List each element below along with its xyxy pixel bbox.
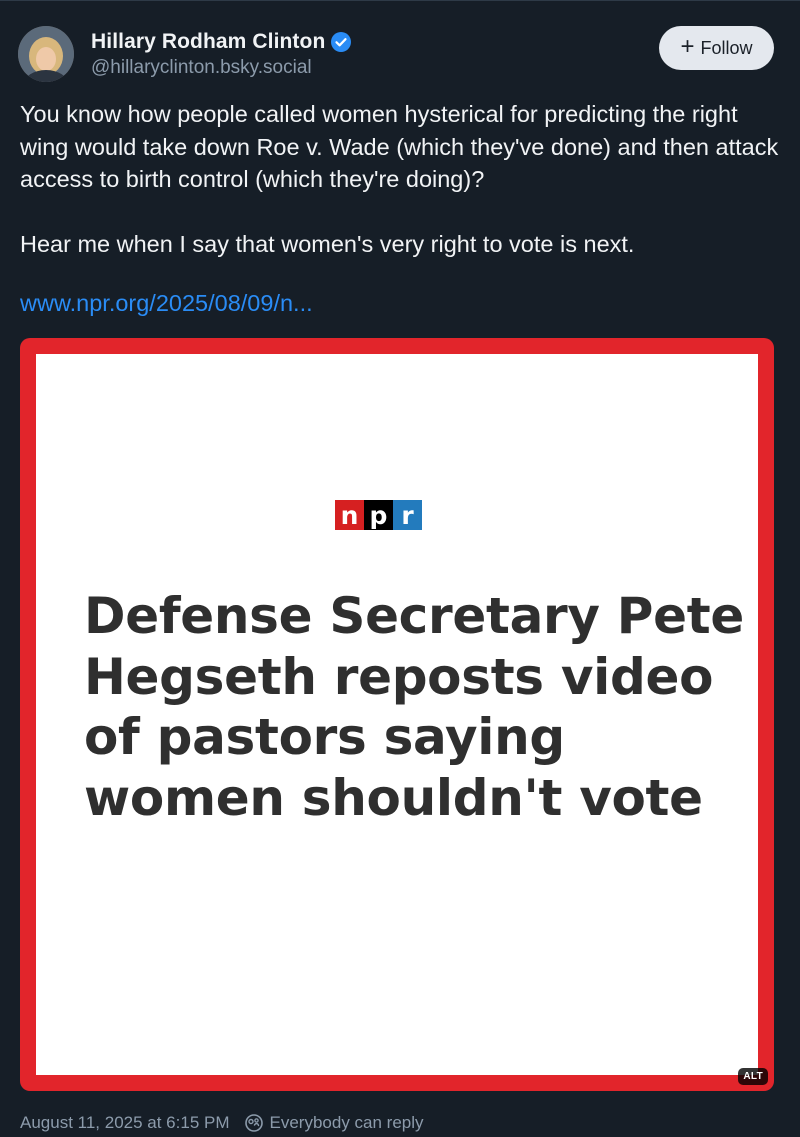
npr-logo-r: r — [393, 500, 422, 530]
alt-badge[interactable]: ALT — [738, 1068, 768, 1085]
author-handle[interactable]: @hillaryclinton.bsky.social — [91, 57, 312, 79]
embed-content: n p r Defense Secretary Pete Hegseth rep… — [36, 354, 758, 1075]
follow-label: Follow — [700, 37, 753, 58]
post-footer: August 11, 2025 at 6:15 PM Everybody can… — [20, 1111, 424, 1135]
name-row: Hillary Rodham Clinton — [91, 28, 352, 56]
verified-badge-icon — [331, 32, 352, 52]
npr-logo: n p r — [335, 500, 422, 530]
avatar[interactable] — [18, 26, 74, 82]
follow-button[interactable]: + Follow — [659, 26, 774, 70]
post-link[interactable]: www.npr.org/2025/08/09/n... — [20, 290, 313, 317]
post-text: You know how people called women hysteri… — [20, 98, 780, 260]
post-header: Hillary Rodham Clinton @hillaryclinton.b… — [18, 24, 782, 86]
post-paragraph-1: You know how people called women hysteri… — [20, 101, 779, 192]
embed-headline: Defense Secretary Pete Hegseth reposts v… — [84, 587, 744, 827]
post-card: Hillary Rodham Clinton @hillaryclinton.b… — [0, 0, 800, 1137]
embedded-image[interactable]: n p r Defense Secretary Pete Hegseth rep… — [20, 338, 774, 1091]
plus-icon: + — [680, 33, 695, 60]
post-paragraph-2: Hear me when I say that women's very rig… — [20, 230, 635, 257]
author-name[interactable]: Hillary Rodham Clinton — [91, 30, 325, 54]
reply-setting[interactable]: Everybody can reply — [270, 1113, 424, 1133]
npr-logo-n: n — [335, 500, 364, 530]
reply-settings-icon — [244, 1114, 263, 1132]
avatar-image — [18, 26, 74, 82]
npr-logo-p: p — [364, 500, 393, 530]
timestamp[interactable]: August 11, 2025 at 6:15 PM — [20, 1113, 230, 1133]
